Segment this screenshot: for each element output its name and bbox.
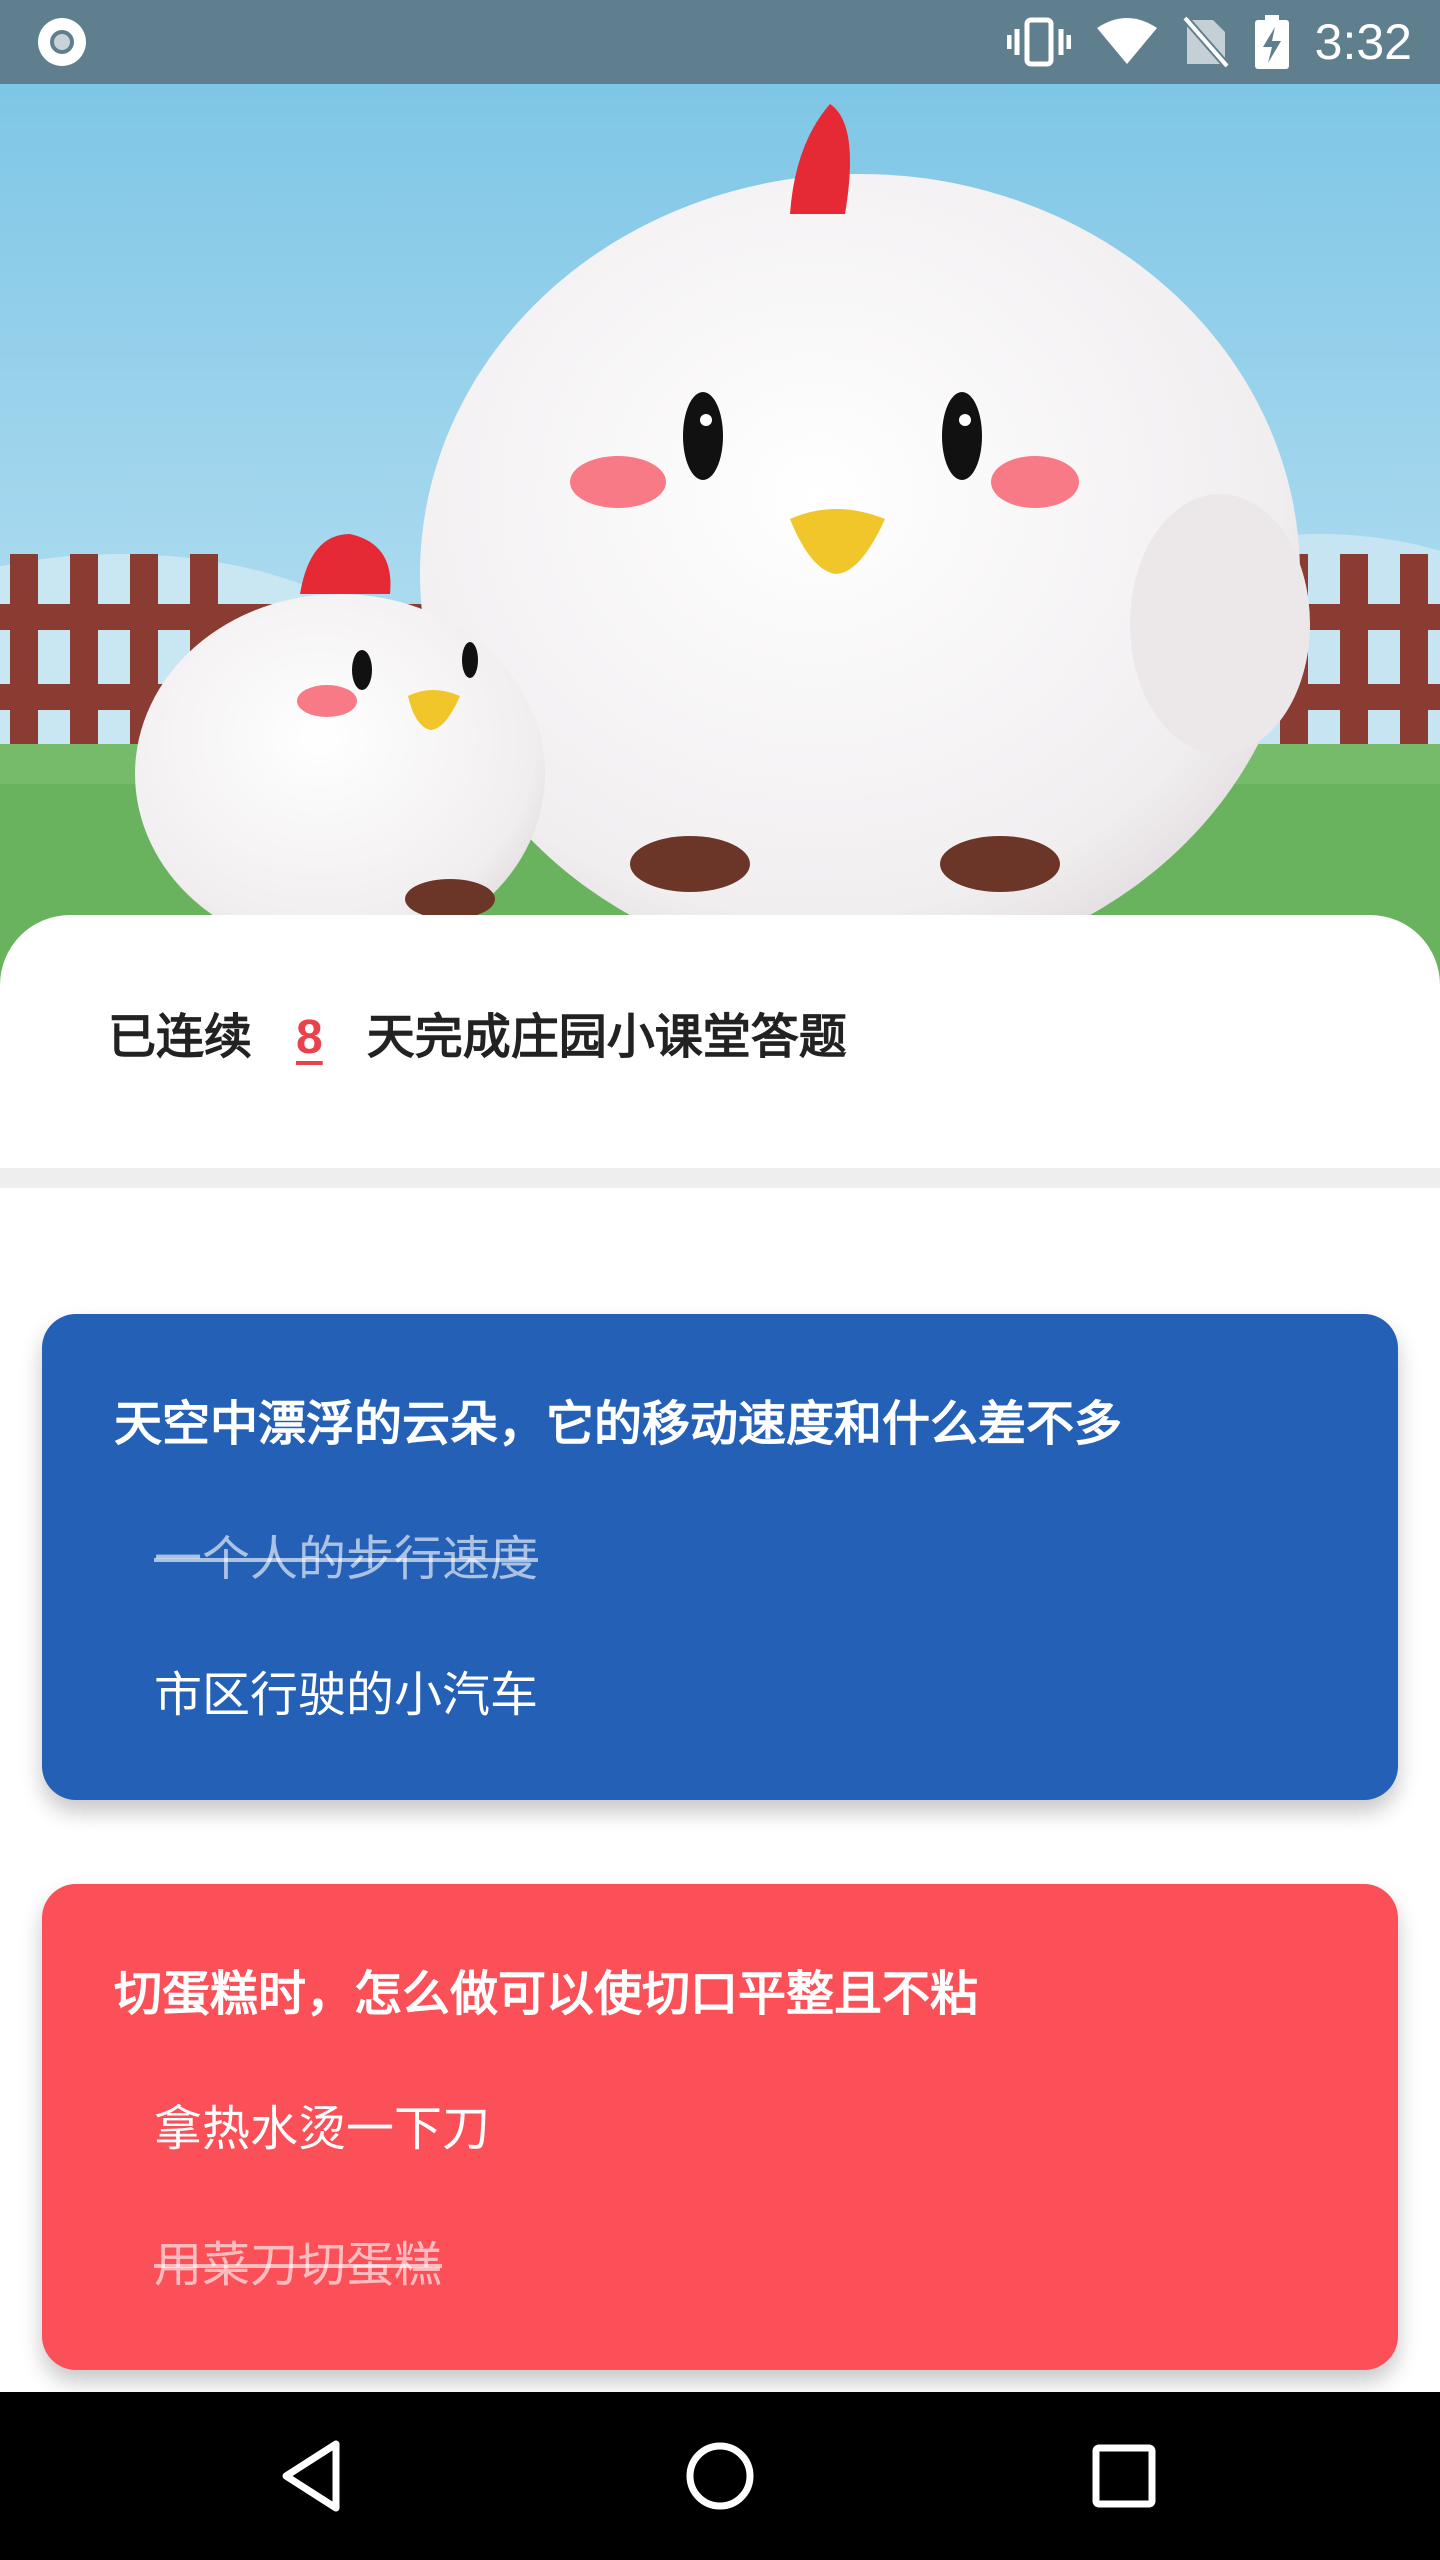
home-icon[interactable] xyxy=(670,2426,770,2526)
battery-charging-icon xyxy=(1254,15,1289,69)
wifi-icon xyxy=(1096,18,1157,64)
question-card[interactable]: 切蛋糕时，怎么做可以使切口平整且不粘 拿热水烫一下刀 用菜刀切蛋糕 xyxy=(42,1884,1398,2370)
streak-count: 8 xyxy=(296,1011,323,1064)
hero-banner xyxy=(0,84,1440,984)
answer-option[interactable]: 一个人的步行速度 xyxy=(154,1519,538,1589)
record-indicator-icon xyxy=(38,18,86,66)
section-divider xyxy=(0,1168,1440,1188)
chicken-plush-illustration xyxy=(0,84,1440,984)
vibrate-icon xyxy=(1006,17,1071,67)
back-icon[interactable] xyxy=(266,2426,366,2526)
question-title: 切蛋糕时，怎么做可以使切口平整且不粘 xyxy=(114,1966,979,2022)
streak-summary: 已连续 8 天完成庄园小课堂答题 xyxy=(108,997,847,1067)
question-title: 天空中漂浮的云朵，它的移动速度和什么差不多 xyxy=(114,1396,1123,1452)
status-icons: 3:32 xyxy=(1006,0,1412,84)
answer-option[interactable]: 市区行驶的小汽车 xyxy=(154,1655,538,1725)
clock-time: 3:32 xyxy=(1314,14,1412,70)
screen: 3:32 已连续 8 天完成庄园小课堂答题 天空中漂浮的云朵，它的移动速度和什么… xyxy=(0,0,1440,2560)
question-card[interactable]: 天空中漂浮的云朵，它的移动速度和什么差不多 一个人的步行速度 市区行驶的小汽车 xyxy=(42,1314,1398,1800)
recents-icon[interactable] xyxy=(1074,2426,1174,2526)
status-bar: 3:32 xyxy=(0,0,1440,84)
answer-option[interactable]: 拿热水烫一下刀 xyxy=(154,2089,490,2159)
no-sim-icon xyxy=(1182,16,1229,68)
answer-option[interactable]: 用菜刀切蛋糕 xyxy=(154,2225,442,2295)
navigation-bar xyxy=(0,2392,1440,2560)
streak-card: 已连续 8 天完成庄园小课堂答题 xyxy=(0,915,1440,1168)
streak-prefix: 已连续 xyxy=(108,1009,253,1065)
streak-suffix: 天完成庄园小课堂答题 xyxy=(366,1009,847,1065)
